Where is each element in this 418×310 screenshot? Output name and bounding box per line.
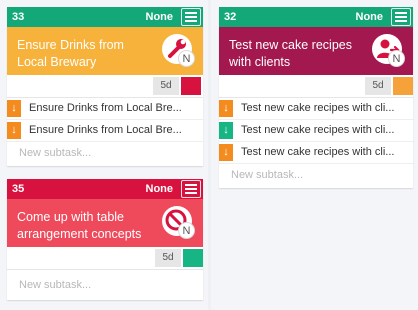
arrow-down-icon[interactable]: ↓ [7,122,21,139]
priority-indicator[interactable] [183,249,203,267]
card-status[interactable]: None [146,11,174,23]
subtask-item[interactable]: ↓ Ensure Drinks from Local Bre... [7,120,203,142]
card-meta: 5d [219,75,413,97]
assignee-badge[interactable]: N [161,205,195,239]
subtask-text[interactable]: Test new cake recipes with cli... [241,102,411,114]
days-indicator: 5d [365,77,391,95]
subtask-list: ↓ Ensure Drinks from Local Bre... ↓ Ensu… [7,97,203,142]
task-card[interactable]: 32 None Test new cake recipes with clien… [219,7,413,188]
new-subtask-row [7,270,203,300]
assignee-badge[interactable]: N [161,33,195,67]
card-body[interactable]: Come up with table arrangement concepts … [7,199,203,247]
card-id: 32 [224,11,237,23]
badge-letter: N [178,50,195,67]
arrow-down-icon[interactable]: ↓ [219,144,233,161]
badge-letter: N [178,222,195,239]
arrow-down-icon[interactable]: ↓ [219,122,233,139]
priority-indicator[interactable] [181,77,201,95]
subtask-item[interactable]: ↓ Ensure Drinks from Local Bre... [7,98,203,120]
task-card[interactable]: 33 None Ensure Drinks from Local Brewary… [7,7,203,166]
card-title[interactable]: Test new cake recipes with clients [229,37,359,71]
subtask-text[interactable]: Ensure Drinks from Local Bre... [29,102,201,114]
subtask-item[interactable]: ↓ Test new cake recipes with cli... [219,120,413,142]
new-subtask-input[interactable] [17,278,197,292]
card-menu-button[interactable] [181,8,201,26]
assignee-badge[interactable]: N [371,33,405,67]
card-body[interactable]: Test new cake recipes with clients N [219,27,413,75]
subtask-text[interactable]: Test new cake recipes with cli... [241,146,411,158]
card-title[interactable]: Come up with table arrangement concepts [17,209,157,243]
new-subtask-row [219,164,413,188]
new-subtask-input[interactable] [229,168,407,182]
card-status[interactable]: None [356,11,384,23]
subtask-text[interactable]: Test new cake recipes with cli... [241,124,411,136]
card-title[interactable]: Ensure Drinks from Local Brewary [17,37,147,71]
days-indicator: 5d [155,249,181,267]
badge-letter: N [388,50,405,67]
subtask-text[interactable]: Ensure Drinks from Local Bre... [29,124,201,136]
arrow-down-icon[interactable]: ↓ [7,100,21,117]
card-header: 32 None [219,7,413,27]
new-subtask-input[interactable] [17,146,197,160]
card-menu-button[interactable] [181,180,201,198]
priority-indicator[interactable] [393,77,413,95]
subtask-item[interactable]: ↓ Test new cake recipes with cli... [219,142,413,164]
card-id: 33 [12,11,25,23]
card-meta: 5d [7,75,203,97]
card-body[interactable]: Ensure Drinks from Local Brewary N [7,27,203,75]
card-header: 33 None [7,7,203,27]
task-card[interactable]: 35 None Come up with table arrangement c… [7,179,203,300]
subtask-list: ↓ Test new cake recipes with cli... ↓ Te… [219,97,413,164]
subtask-item[interactable]: ↓ Test new cake recipes with cli... [219,98,413,120]
card-header: 35 None [7,179,203,199]
card-meta: 5d [7,247,203,269]
card-id: 35 [12,183,25,195]
days-indicator: 5d [153,77,179,95]
card-status[interactable]: None [146,183,174,195]
new-subtask-row [7,142,203,166]
arrow-down-icon[interactable]: ↓ [219,100,233,117]
card-menu-button[interactable] [391,8,411,26]
